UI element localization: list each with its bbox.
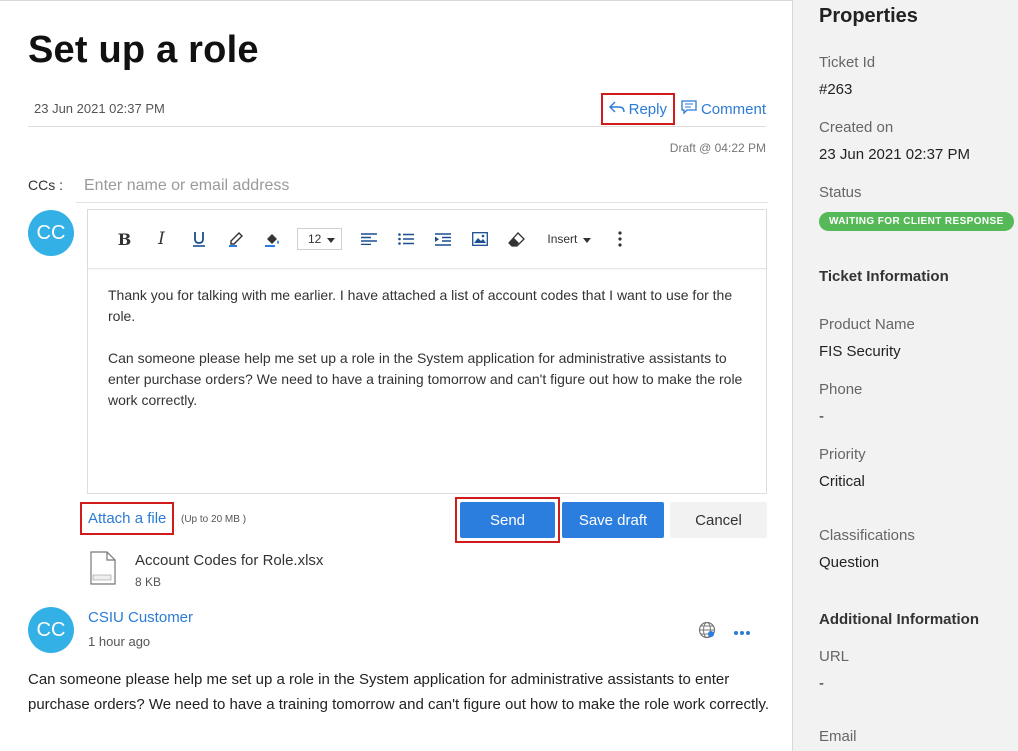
italic-icon: I	[158, 229, 165, 249]
comment-author[interactable]: CSIU Customer	[88, 609, 193, 626]
comment-timestamp: 1 hour ago	[88, 634, 151, 649]
underline-button[interactable]	[180, 225, 217, 253]
attachment-name[interactable]: Account Codes for Role.xlsx	[135, 552, 323, 569]
insert-label: Insert	[547, 232, 578, 246]
avatar: CC	[28, 607, 74, 653]
bold-button[interactable]: B	[106, 225, 143, 253]
comment-label: Comment	[700, 100, 766, 118]
created-value: 23 Jun 2021 02:37 PM	[819, 146, 970, 163]
ticket-main-pane: Set up a role 23 Jun 2021 02:37 PM Reply…	[0, 0, 793, 751]
chevron-down-icon	[583, 232, 592, 246]
more-actions-icon[interactable]	[733, 621, 751, 639]
status-label: Status	[819, 184, 862, 201]
comment-button[interactable]: Comment	[681, 99, 766, 119]
comment-icon	[681, 99, 697, 119]
insert-image-button[interactable]	[461, 225, 498, 253]
ticket-id-value: #263	[819, 81, 853, 98]
ticket-id-label: Ticket Id	[819, 54, 876, 71]
globe-icon[interactable]	[698, 621, 716, 644]
editor-paragraph: Can someone please help me set up a role…	[108, 350, 743, 408]
url-label: URL	[819, 648, 850, 665]
reply-button[interactable]: Reply	[600, 93, 675, 125]
classifications-label: Classifications	[819, 527, 915, 544]
draft-timestamp: Draft @ 04:22 PM	[669, 141, 766, 155]
product-label: Product Name	[819, 316, 915, 333]
font-size-value: 12	[308, 232, 322, 246]
save-draft-button[interactable]: Save draft	[562, 502, 664, 538]
eraser-icon	[508, 231, 526, 247]
chevron-down-icon	[327, 232, 336, 246]
properties-title: Properties	[819, 5, 918, 27]
divider	[28, 126, 766, 127]
indent-icon	[434, 232, 451, 246]
url-value: -	[819, 675, 824, 692]
indent-button[interactable]	[424, 225, 461, 253]
reply-editor: B I 12 Insert Thank you for talking with…	[87, 209, 767, 494]
status-badge[interactable]: WAITING FOR CLIENT RESPONSE	[819, 212, 1014, 231]
more-options-button[interactable]	[601, 225, 638, 253]
kebab-menu-icon	[618, 231, 622, 247]
avatar: CC	[28, 210, 74, 256]
list-button[interactable]	[387, 225, 424, 253]
ticket-date: 23 Jun 2021 02:37 PM	[34, 101, 165, 116]
reply-label: Reply	[628, 100, 667, 118]
email-label: Email	[819, 728, 857, 745]
ccs-label: CCs :	[28, 177, 63, 193]
attach-size-note: (Up to 20 MB )	[181, 514, 247, 525]
send-highlight: Send	[455, 497, 560, 543]
phone-value: -	[819, 408, 824, 425]
file-icon	[89, 551, 117, 590]
attachment-size: 8 KB	[135, 575, 162, 589]
phone-label: Phone	[819, 381, 863, 398]
italic-button[interactable]: I	[143, 225, 180, 253]
reply-icon	[608, 100, 625, 118]
eyedropper-icon	[228, 231, 244, 247]
align-left-icon	[360, 233, 377, 245]
bold-icon: B	[117, 229, 132, 249]
additional-info-heading: Additional Information	[819, 611, 979, 628]
cancel-button[interactable]: Cancel	[670, 502, 767, 538]
page-title: Set up a role	[28, 29, 259, 71]
editor-paragraph: Thank you for talking with me earlier. I…	[108, 287, 733, 324]
font-size-select[interactable]: 12	[297, 228, 343, 250]
editor-toolbar: B I 12 Insert	[88, 210, 766, 269]
comment-body: Can someone please help me set up a role…	[28, 671, 770, 713]
insert-dropdown[interactable]: Insert	[547, 232, 592, 246]
ticket-info-heading: Ticket Information	[819, 268, 949, 285]
properties-sidebar: Properties Ticket Id #263 Created on 23 …	[793, 0, 1018, 751]
product-value: FIS Security	[819, 343, 901, 360]
editor-content[interactable]: Thank you for talking with me earlier. I…	[88, 269, 766, 427]
bullet-list-icon	[398, 233, 414, 245]
image-icon	[471, 232, 488, 246]
created-label: Created on	[819, 119, 894, 136]
classifications-value: Question	[819, 554, 880, 571]
priority-label: Priority	[819, 446, 866, 463]
attach-file-link[interactable]: Attach a file	[80, 502, 175, 535]
clear-format-button[interactable]	[498, 225, 535, 253]
ticket-actions: Reply Comment	[600, 93, 766, 125]
paint-bucket-icon	[264, 231, 282, 247]
fill-color-button[interactable]	[254, 225, 291, 253]
align-button[interactable]	[350, 225, 387, 253]
text-color-button[interactable]	[217, 225, 254, 253]
ccs-input[interactable]	[76, 169, 768, 203]
send-button[interactable]: Send	[460, 502, 555, 538]
priority-value: Critical	[819, 473, 865, 490]
underline-icon	[192, 231, 206, 247]
